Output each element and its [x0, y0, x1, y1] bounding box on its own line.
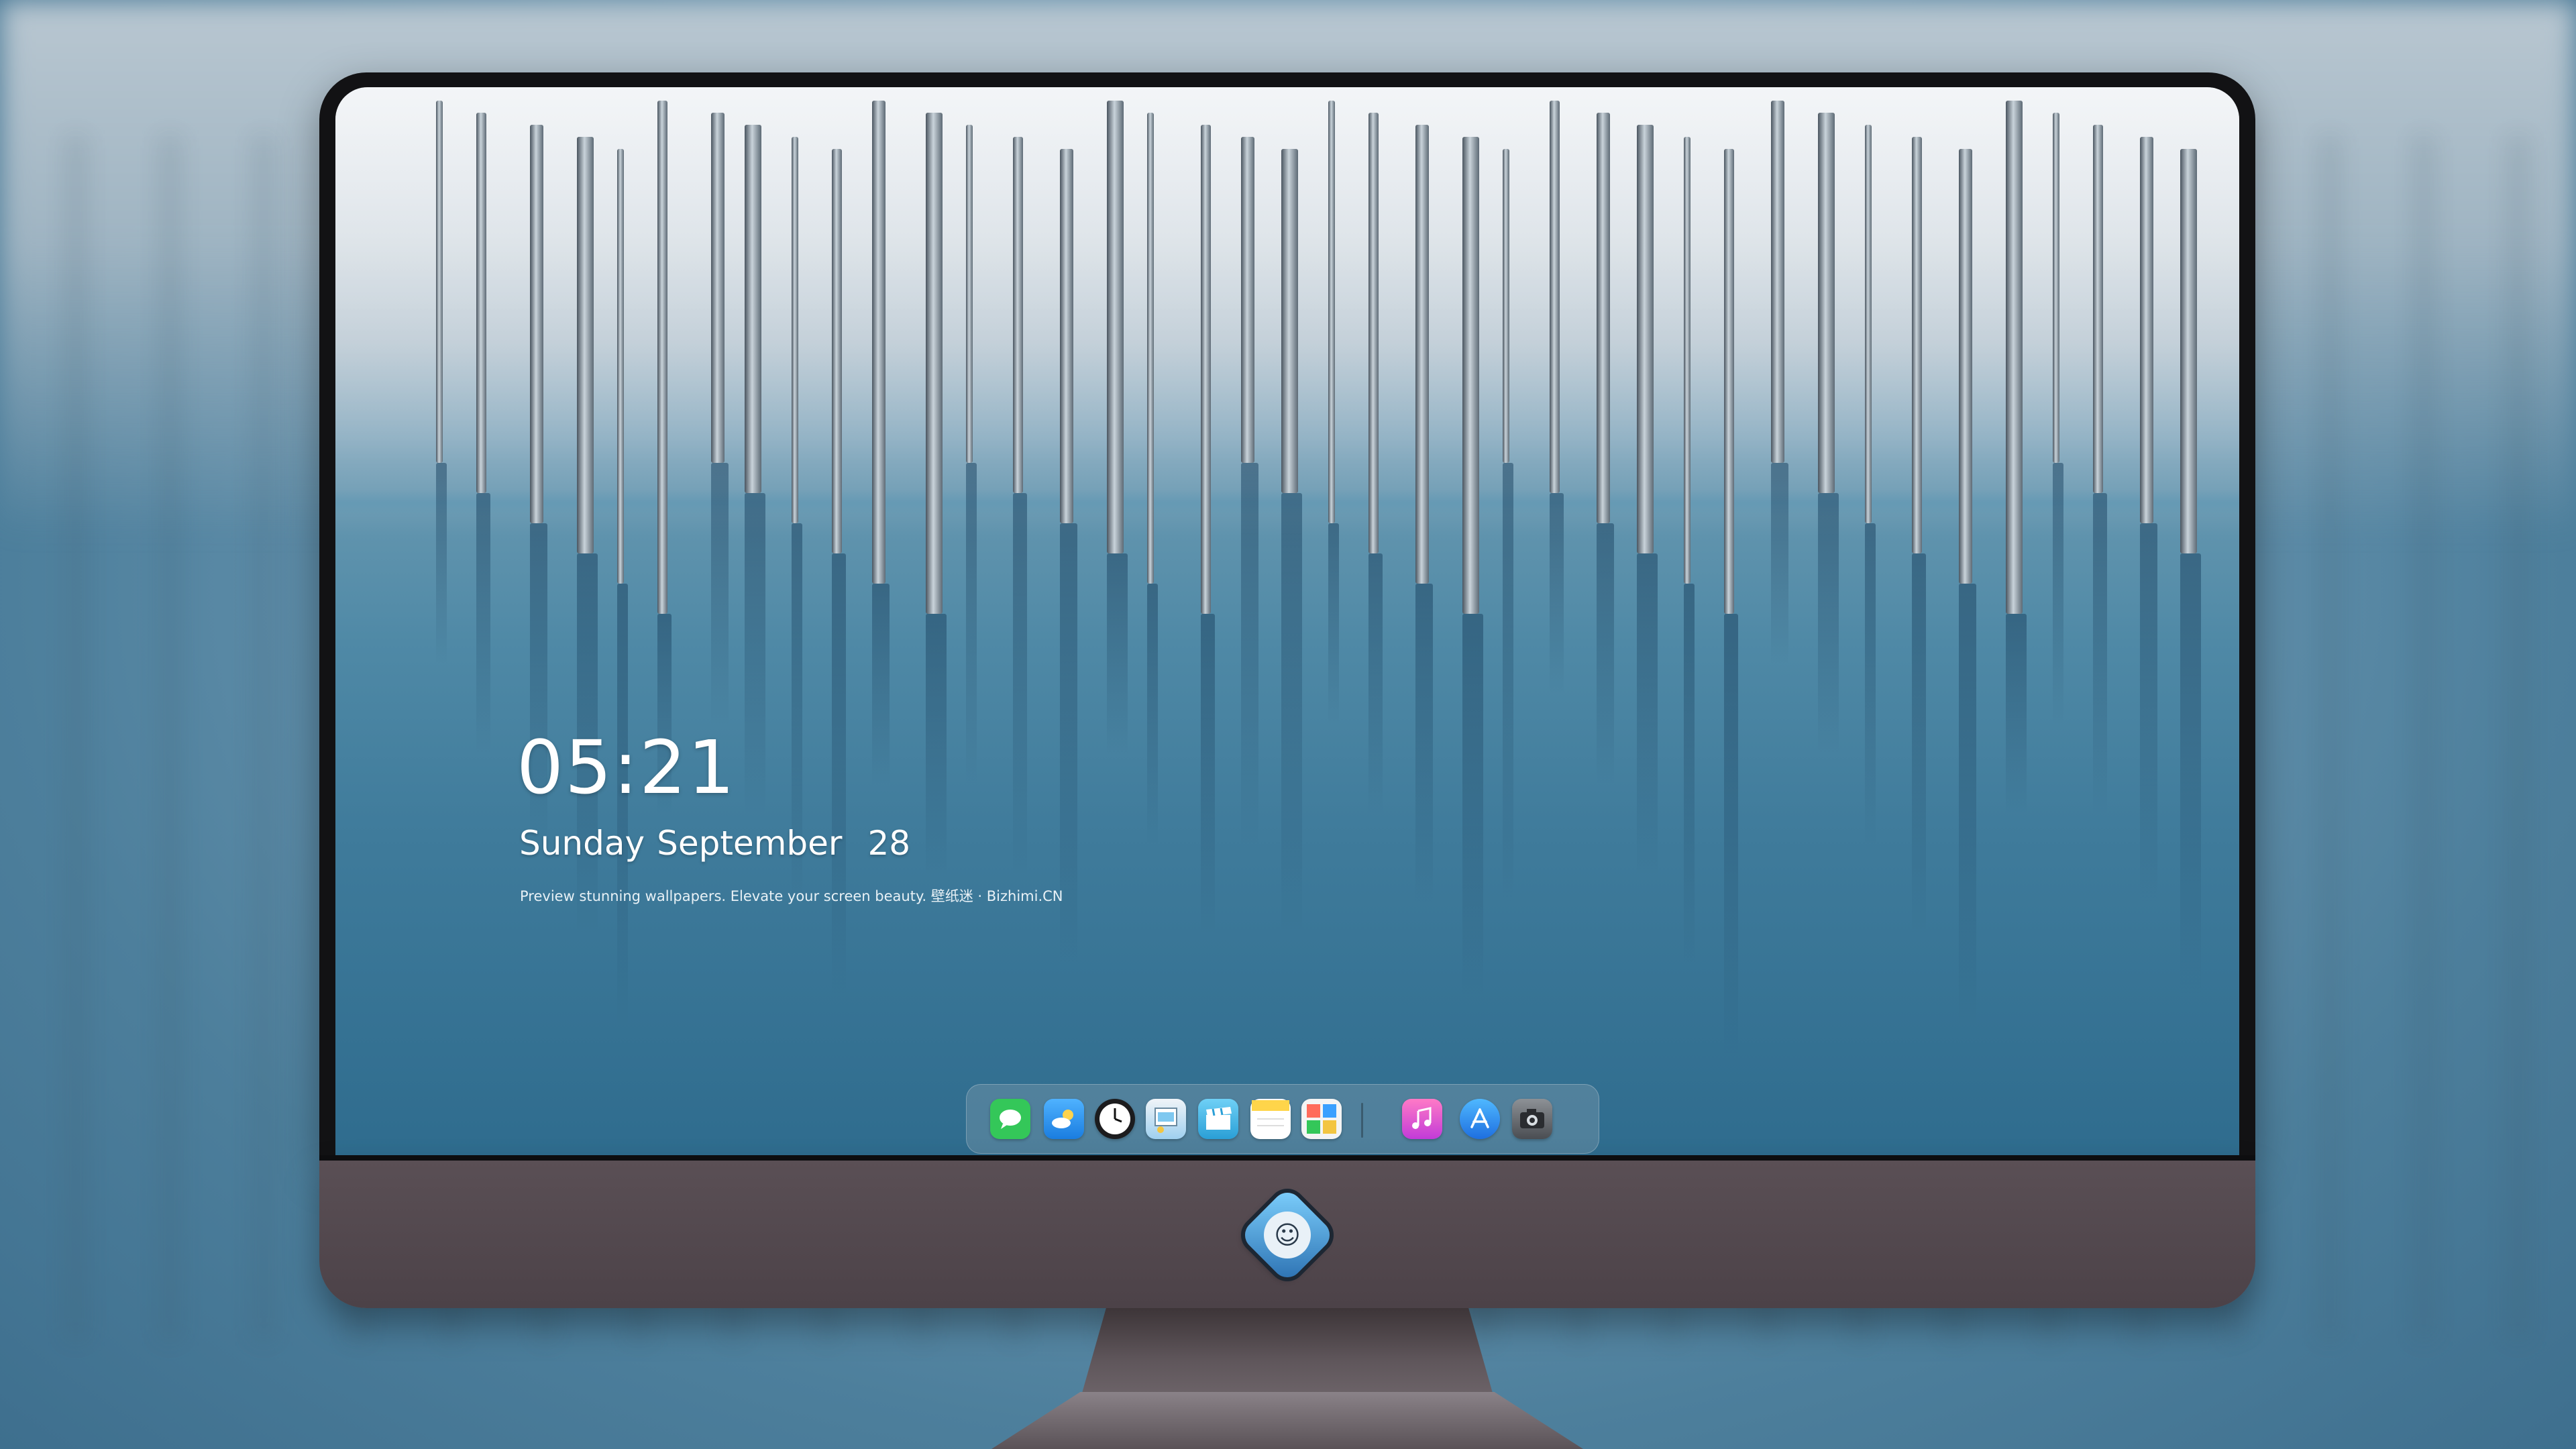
tree-reflection: [1959, 584, 1976, 1026]
tree-reflection: [1637, 553, 1658, 875]
tree-trunk: [1684, 137, 1690, 584]
tree-trunk: [1328, 101, 1335, 523]
tree-trunk: [872, 101, 885, 584]
tree-trunk: [476, 113, 486, 493]
tree-trunk: [1060, 149, 1073, 523]
notes-icon[interactable]: [1250, 1099, 1291, 1139]
tree-trunk: [2180, 149, 2197, 553]
clock-icon[interactable]: [1095, 1099, 1135, 1139]
tree-trunk: [1865, 125, 1872, 523]
lockscreen-clock: 05:21: [517, 724, 737, 810]
camera-icon[interactable]: [1512, 1099, 1552, 1139]
tree-trunk: [436, 101, 443, 463]
tree-reflection: [1818, 493, 1839, 755]
tree-trunk: [1597, 113, 1610, 523]
tree-trunk: [1550, 101, 1560, 493]
tree-reflection: [2006, 614, 2027, 815]
tree-trunk: [792, 137, 798, 523]
tree-reflection: [1415, 584, 1433, 906]
tree-trunk: [1637, 125, 1654, 553]
tree-reflection: [1550, 493, 1564, 694]
preview-icon[interactable]: [1146, 1099, 1186, 1139]
tree-reflection: [1281, 493, 1302, 936]
tree-reflection: [1328, 523, 1339, 724]
tree-trunk: [2053, 113, 2059, 463]
tree-reflection: [1724, 614, 1738, 1057]
tree-trunk: [530, 125, 543, 523]
tree-reflection: [2053, 463, 2063, 724]
desktop-screen: 05:21 Sunday September 28 Preview stunning…: [335, 87, 2239, 1155]
tree-reflection: [1368, 553, 1383, 815]
tree-reflection: [1107, 553, 1128, 755]
tree-reflection: [926, 614, 947, 875]
tree-reflection: [1684, 584, 1695, 966]
tree-trunk: [926, 113, 943, 614]
tree-trunk: [1147, 113, 1154, 584]
tree-trunk: [2093, 125, 2103, 493]
tree-trunk: [2006, 101, 2023, 614]
tree-reflection: [745, 493, 765, 815]
tree-trunk: [1462, 137, 1479, 614]
tree-reflection: [966, 463, 977, 785]
tree-reflection: [1865, 523, 1876, 845]
tree-trunk: [1771, 101, 1784, 463]
tree-trunk: [1724, 149, 1734, 614]
tree-trunk: [1013, 137, 1023, 493]
tree-trunk: [1912, 137, 1922, 553]
tree-trunk: [832, 149, 842, 553]
clapperboard-icon[interactable]: [1198, 1099, 1238, 1139]
tree-reflection: [1597, 523, 1614, 785]
monitor-stand-base: [991, 1392, 1583, 1449]
tree-trunk: [1201, 125, 1211, 614]
tree-reflection: [1462, 614, 1483, 996]
dock-separator: [1361, 1103, 1363, 1138]
tree-reflection: [2093, 493, 2107, 815]
tree-reflection: [1912, 553, 1926, 936]
lockscreen-date: Sunday September 28: [519, 824, 922, 863]
photo-grid-icon[interactable]: [1301, 1099, 1342, 1139]
tree-reflection: [1771, 463, 1788, 664]
tree-reflection: [872, 584, 890, 785]
tree-reflection: [2140, 523, 2157, 906]
dock: [966, 1084, 1599, 1154]
tree-trunk: [577, 137, 594, 553]
lockscreen-tagline: Preview stunning wallpapers. Elevate you…: [520, 888, 1063, 904]
tree-reflection: [1013, 493, 1027, 875]
tree-trunk: [617, 149, 624, 584]
tree-reflection: [711, 463, 729, 724]
tree-trunk: [1415, 125, 1429, 584]
tree-reflection: [1147, 584, 1158, 845]
monitor-stand-neck: [1081, 1308, 1493, 1395]
tree-trunk: [1503, 149, 1509, 463]
tree-trunk: [1368, 113, 1379, 553]
tree-trunk: [711, 113, 724, 463]
music-note-icon[interactable]: [1402, 1099, 1442, 1139]
tree-reflection: [1241, 463, 1258, 845]
tree-reflection: [436, 463, 447, 664]
tree-trunk: [966, 125, 973, 463]
tree-trunk: [1959, 149, 1972, 584]
tree-reflection: [1503, 463, 1513, 906]
tree-trunk: [745, 125, 761, 493]
tree-reflection: [832, 553, 846, 996]
tree-reflection: [2180, 553, 2201, 996]
date-weekday: Sunday: [519, 824, 645, 863]
date-day: 28: [867, 824, 911, 863]
app-store-icon[interactable]: [1460, 1099, 1500, 1139]
tree-trunk: [657, 101, 667, 614]
tree-trunk: [1107, 101, 1124, 553]
tree-trunk: [2140, 137, 2153, 523]
mascot-logo-icon: ☺: [1264, 1212, 1311, 1258]
date-month: September: [657, 824, 843, 863]
tree-trunk: [1241, 137, 1254, 463]
tree-trunk: [1281, 149, 1298, 493]
weather-icon[interactable]: [1044, 1099, 1084, 1139]
tree-trunk: [1818, 113, 1835, 493]
tree-reflection: [1201, 614, 1215, 936]
tree-reflection: [476, 493, 490, 755]
messages-icon[interactable]: [990, 1099, 1030, 1139]
